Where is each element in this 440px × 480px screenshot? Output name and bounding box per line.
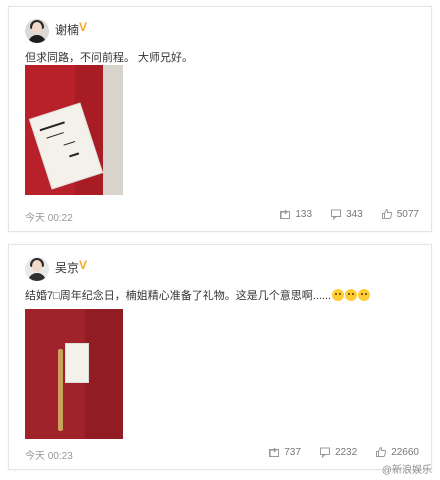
post-text-content: 结婚7□周年纪念日，楠姐精心准备了礼物。这是几个意思啊...... (25, 290, 332, 302)
repost-icon (280, 209, 291, 219)
author-name[interactable]: 谢楠 (55, 23, 79, 37)
post-image[interactable] (25, 65, 123, 195)
post-card: 谢楠 V 但求同路，不问前程。 大师兄好。 今天 00:22 133 343 5… (8, 6, 432, 232)
like-count: 22660 (391, 446, 419, 458)
post-actions: 133 343 5077 (261, 208, 419, 220)
thumbs-up-icon (376, 446, 387, 457)
verified-badge-icon: V (79, 20, 88, 34)
like-count: 5077 (396, 208, 419, 220)
post-time: 今天 00:22 (25, 213, 73, 224)
grimace-emoji-icon (358, 289, 371, 301)
repost-icon (269, 447, 280, 457)
author-name[interactable]: 吴京 (55, 261, 79, 275)
repost-button[interactable]: 133 (279, 208, 312, 220)
comment-button[interactable]: 343 (330, 208, 363, 220)
thumbs-up-icon (381, 208, 392, 219)
comment-icon (319, 447, 330, 458)
post-actions: 737 2232 22660 (250, 446, 419, 458)
avatar[interactable] (25, 257, 49, 281)
post-card: 吴京 V 结婚7□周年纪念日，楠姐精心准备了礼物。这是几个意思啊...... 今… (8, 244, 432, 470)
crying-emoji-icon (332, 289, 345, 301)
comment-count: 2232 (334, 446, 358, 458)
repost-count: 737 (284, 446, 301, 458)
laughing-emoji-icon (345, 289, 358, 301)
comment-count: 343 (346, 208, 363, 220)
comment-button[interactable]: 2232 (319, 446, 357, 458)
watermark: @新浪娱乐 (381, 465, 432, 476)
like-button[interactable]: 22660 (375, 446, 419, 458)
post-text: 但求同路，不问前程。 大师兄好。 (25, 52, 194, 64)
comment-icon (331, 209, 342, 220)
verified-badge-icon: V (79, 258, 88, 272)
like-button[interactable]: 5077 (381, 208, 419, 220)
post-text: 结婚7□周年纪念日，楠姐精心准备了礼物。这是几个意思啊...... (25, 289, 371, 303)
weibo-feed: 谢楠 V 但求同路，不问前程。 大师兄好。 今天 00:22 133 343 5… (0, 0, 440, 480)
avatar[interactable] (25, 19, 49, 43)
repost-count: 133 (295, 208, 313, 220)
post-image[interactable] (25, 309, 123, 439)
repost-button[interactable]: 737 (268, 446, 301, 458)
post-time: 今天 00:23 (25, 451, 73, 462)
